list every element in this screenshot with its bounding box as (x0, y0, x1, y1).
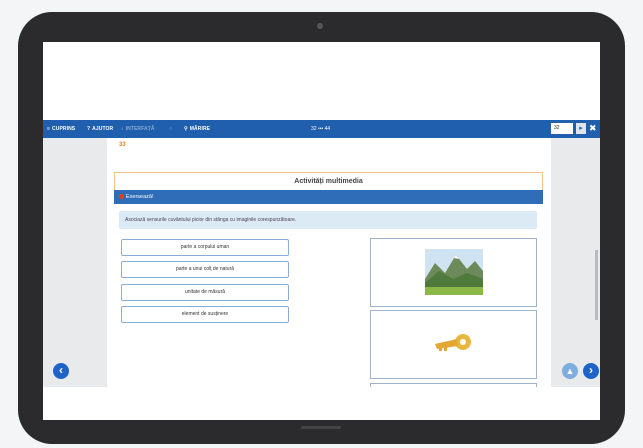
page-indicator: 32 ••• 44 (311, 126, 331, 132)
instruction-box: Asociază sensurile cuvântului picior din… (119, 211, 537, 229)
bottom-strip (43, 387, 600, 420)
help-icon: ? (87, 126, 91, 132)
scrollbar[interactable] (595, 250, 598, 320)
toolbar: ≡ CUPRINS ? AJUTOR ♪ INTERFAȚĂ ○ ⚲ MĂRIRE 32… (43, 120, 600, 138)
circle-icon: ○ (169, 126, 173, 132)
play-icon: ▸ (579, 125, 583, 132)
screen: ≡ CUPRINS ? AJUTOR ♪ INTERFAȚĂ ○ ⚲ MĂRIRE 32… (43, 42, 600, 420)
option-item[interactable]: parte a unui colț de natură (121, 261, 289, 278)
left-margin (43, 138, 107, 387)
page-number: 33 (119, 142, 126, 148)
instruction-text: Asociază sensurile cuvântului picior din… (125, 217, 297, 223)
prev-page-button[interactable]: ‹ (53, 363, 69, 379)
option-item[interactable]: unitate de măsură (121, 284, 289, 301)
mountain-landscape-image (425, 249, 483, 295)
list-icon: ≡ (47, 126, 51, 132)
option-item[interactable]: element de susținere (121, 306, 289, 323)
exercise-marker-icon (119, 194, 124, 199)
tablet-frame: ≡ CUPRINS ? AJUTOR ♪ INTERFAȚĂ ○ ⚲ MĂRIRE 32… (18, 12, 625, 444)
exercise-bar: Exersează! (114, 190, 543, 204)
zoom-icon: ⚲ (184, 126, 188, 132)
go-to-page-button[interactable]: ▸ (576, 123, 586, 134)
section-header: Activități multimedia (114, 172, 543, 191)
page-input[interactable]: 32 (551, 123, 573, 134)
toolbar-circle-button[interactable]: ○ (169, 126, 174, 132)
section-title: Activități multimedia (294, 178, 363, 185)
audio-icon: ♪ (121, 126, 124, 132)
scroll-up-button[interactable]: ▲ (562, 363, 578, 379)
close-button[interactable]: ✖ (589, 123, 597, 134)
home-indicator (301, 426, 341, 429)
right-margin (551, 138, 600, 387)
chevron-right-icon: › (589, 363, 593, 377)
exercise-label: Exersează! (126, 194, 154, 200)
toolbar-cuprins-button[interactable]: ≡ CUPRINS (47, 126, 75, 132)
image-drop-target-2[interactable] (370, 310, 537, 379)
key-image (431, 329, 475, 359)
next-page-button[interactable]: › (583, 363, 599, 379)
toolbar-marire-button[interactable]: ⚲ MĂRIRE (184, 126, 210, 132)
camera (317, 23, 323, 29)
toolbar-ajutor-button[interactable]: ? AJUTOR (87, 126, 113, 132)
close-icon: ✖ (589, 123, 597, 133)
option-item[interactable]: parte a corpului uman (121, 239, 289, 256)
chevron-left-icon: ‹ (59, 363, 63, 377)
toolbar-interfata-button[interactable]: ♪ INTERFAȚĂ (121, 126, 155, 132)
image-drop-target-1[interactable] (370, 238, 537, 307)
chevron-up-icon: ▲ (565, 366, 575, 376)
